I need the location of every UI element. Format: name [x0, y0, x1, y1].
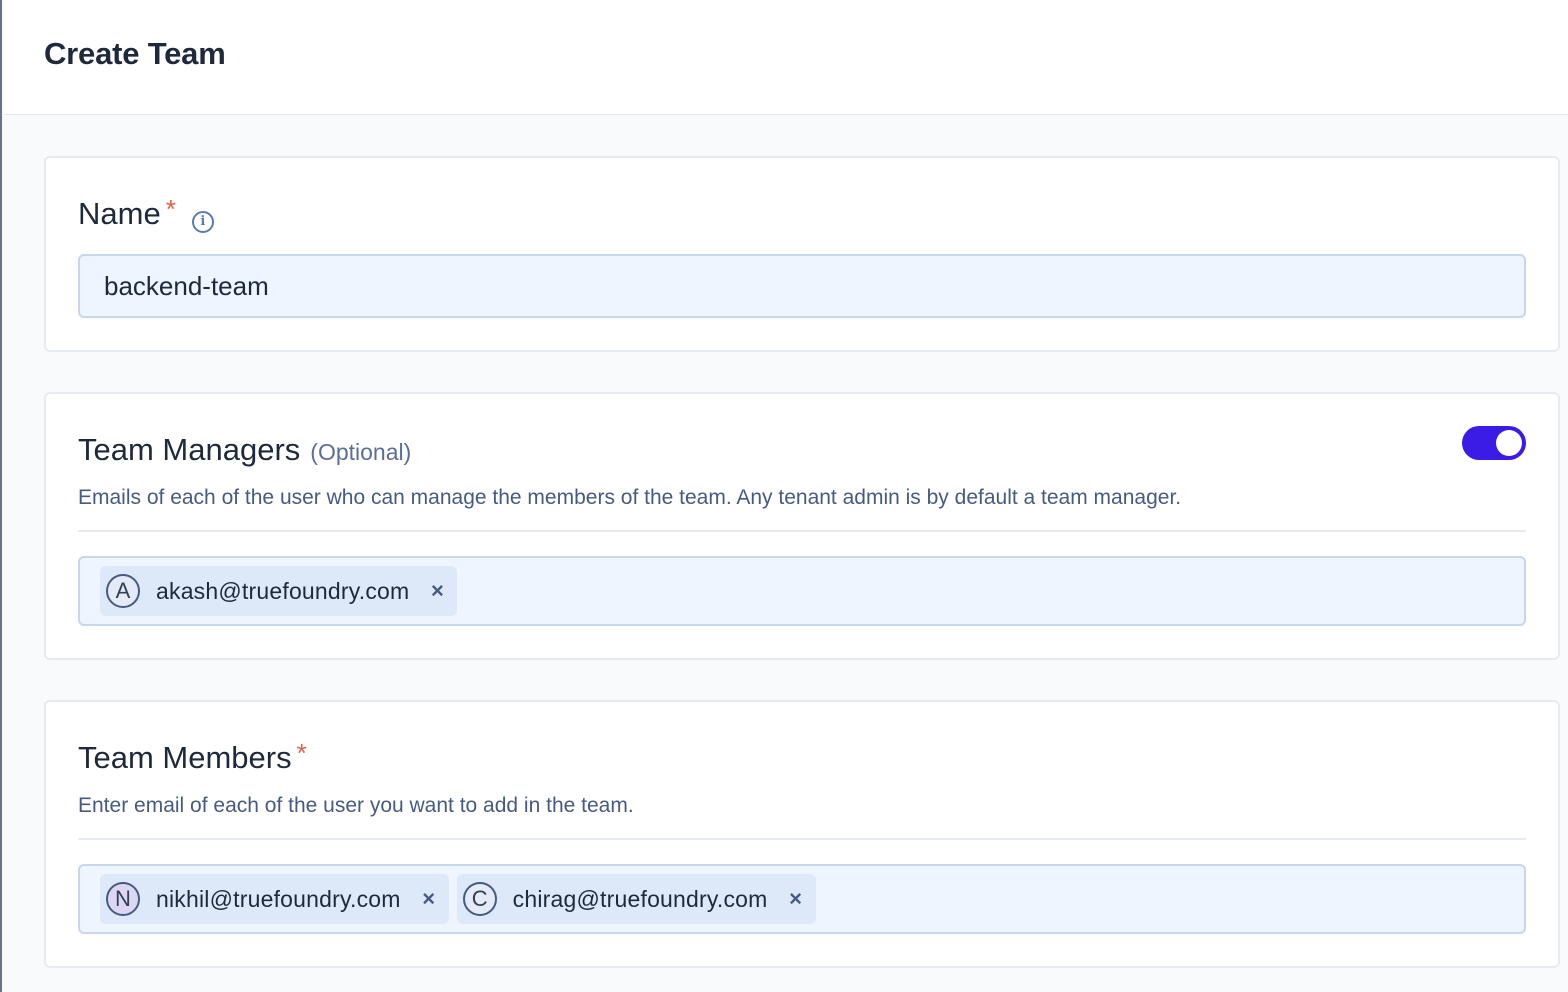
members-description: Enter email of each of the user you want…: [78, 794, 634, 817]
members-email-input[interactable]: N nikhil@truefoundry.com × C chirag@true…: [78, 864, 1526, 934]
toggle-knob: [1496, 430, 1522, 456]
members-label: Team Members: [78, 740, 292, 775]
team-managers-card: Team Managers (Optional) Emails of each …: [44, 392, 1560, 660]
chip-email: nikhil@truefoundry.com: [156, 885, 401, 912]
managers-description: Emails of each of the user who can manag…: [78, 486, 1182, 509]
optional-tag: (Optional): [310, 439, 412, 465]
managers-label: Team Managers: [78, 432, 301, 467]
chip-email: akash@truefoundry.com: [156, 577, 410, 604]
chip-email: chirag@truefoundry.com: [512, 885, 768, 912]
avatar: C: [462, 882, 497, 916]
email-chip: N nikhil@truefoundry.com ×: [100, 874, 449, 924]
name-label-row: Name * i: [78, 194, 214, 233]
team-members-card: Team Members * Enter email of each of th…: [44, 700, 1560, 968]
info-icon[interactable]: i: [191, 210, 214, 233]
managers-email-input[interactable]: A akash@truefoundry.com ×: [78, 556, 1526, 626]
close-icon[interactable]: ×: [427, 578, 447, 604]
create-team-panel: Create Team Name * i backend-team Team M…: [0, 0, 1568, 992]
managers-toggle[interactable]: [1462, 426, 1526, 460]
name-label: Name: [78, 196, 161, 231]
email-chip: A akash@truefoundry.com ×: [100, 566, 458, 616]
managers-label-row: Team Managers (Optional): [78, 432, 411, 468]
name-input-value: backend-team: [104, 271, 269, 301]
members-chip-list: N nikhil@truefoundry.com × C chirag@true…: [100, 874, 816, 924]
required-marker: *: [165, 194, 176, 224]
managers-divider: [78, 530, 1526, 532]
email-chip: C chirag@truefoundry.com ×: [456, 874, 816, 924]
name-card: Name * i backend-team: [44, 156, 1560, 352]
avatar: N: [106, 882, 140, 916]
close-icon[interactable]: ×: [419, 886, 439, 912]
required-marker: *: [296, 738, 307, 768]
members-label-row: Team Members *: [78, 738, 307, 776]
members-divider: [78, 838, 1526, 840]
name-input[interactable]: backend-team: [78, 254, 1526, 318]
avatar: A: [106, 574, 140, 608]
panel-header: Create Team: [4, 0, 1568, 115]
managers-chip-list: A akash@truefoundry.com ×: [100, 566, 458, 616]
close-icon[interactable]: ×: [786, 886, 806, 912]
page-title: Create Team: [44, 36, 226, 71]
